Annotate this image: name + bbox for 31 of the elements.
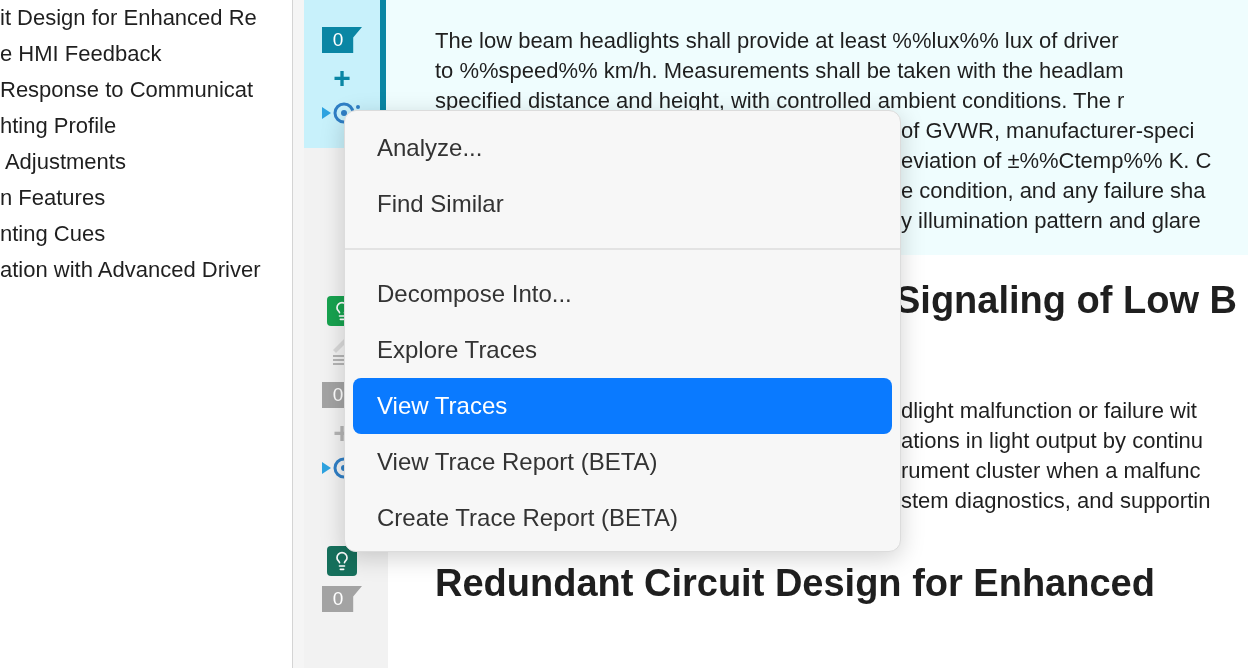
paragraph-line: The low beam headlights shall provide at least %%lux%% lux of driver [435, 27, 1119, 55]
outline-item[interactable]: nting Cues [0, 216, 292, 252]
menu-item[interactable]: Decompose Into... [353, 266, 892, 322]
outline-item[interactable]: hting Profile [0, 108, 292, 144]
section-heading: Redundant Circuit Design for Enhanced [435, 561, 1155, 606]
section-heading: Signaling of Low B [895, 278, 1237, 323]
paragraph-line: y illumination pattern and glare [901, 207, 1201, 235]
add-button[interactable]: + [333, 63, 351, 93]
menu-item[interactable]: Explore Traces [353, 322, 892, 378]
outline-item[interactable]: Response to Communicat [0, 72, 292, 108]
paragraph-line: rument cluster when a malfunc [901, 457, 1201, 485]
count-badge[interactable]: 0 [322, 27, 362, 53]
menu-item[interactable]: Analyze... [353, 120, 892, 176]
paragraph-line: of GVWR, manufacturer-speci [901, 117, 1195, 145]
outline-item[interactable]: ation with Advanced Driver [0, 252, 292, 288]
paragraph-line: to %%speed%% km/h. Measurements shall be taken with the headlam [435, 57, 1124, 85]
paragraph-line: stem diagnostics, and supportin [901, 487, 1211, 515]
paragraph-line: e condition, and any failure sha [901, 177, 1206, 205]
paragraph-line: eviation of ±%%Ctemp%% K. C [901, 147, 1212, 175]
lightbulb-icon[interactable] [327, 546, 357, 576]
paragraph-line: ations in light output by continu [901, 427, 1204, 455]
outline-item[interactable]: n Features [0, 180, 292, 216]
outline-item[interactable]: e HMI Feedback [0, 36, 292, 72]
menu-item[interactable]: View Traces [353, 378, 892, 434]
paragraph-line: dlight malfunction or failure wit [901, 397, 1197, 425]
outline-item[interactable]: Adjustments [0, 144, 292, 180]
menu-item[interactable]: Find Similar [353, 176, 892, 232]
menu-item[interactable]: Create Trace Report (BETA) [353, 490, 892, 546]
paragraph-line: specified distance and height, with controlled ambient conditions. The r [435, 87, 1125, 115]
outline-item[interactable]: it Design for Enhanced Re [0, 0, 292, 36]
menu-item[interactable]: View Trace Report (BETA) [353, 434, 892, 490]
